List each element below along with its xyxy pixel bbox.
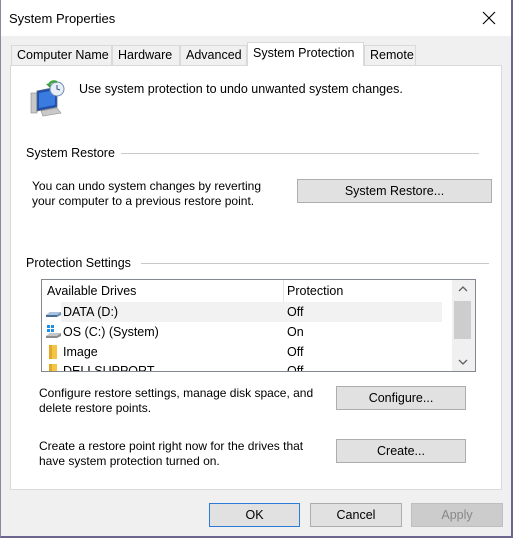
selection-highlight [61,302,442,322]
create-button[interactable]: Create... [336,439,466,463]
list-item[interactable]: DATA (D:) Off [42,302,442,322]
close-button[interactable] [477,6,501,30]
drive-name: DATA (D:) [63,305,119,319]
tab-hardware[interactable]: Hardware [112,45,180,66]
create-description-line1: Create a restore point right now for the… [39,439,304,453]
system-restore-description-line1: You can undo system changes by reverting [32,179,262,193]
drive-icon [45,304,62,320]
create-description: Create a restore point right now for the… [39,439,303,469]
list-item[interactable]: DELLSUPPORT Off [42,361,442,372]
protection-settings-group-label: Protection Settings [26,256,137,270]
column-header-protection[interactable]: Protection [287,284,343,298]
scroll-up-button[interactable] [452,280,475,298]
configure-description: Configure restore settings, manage disk … [39,386,313,416]
tab-system-protection[interactable]: System Protection [247,42,364,66]
system-restore-divider [121,153,479,154]
system-restore-description-line2: your computer to a previous restore poin… [32,194,255,208]
tab-advanced[interactable]: Advanced [180,45,247,66]
vertical-scrollbar[interactable] [452,280,475,371]
system-protection-icon [27,79,67,119]
chevron-up-icon [458,286,468,292]
title-bar: System Properties [1,0,511,36]
scroll-down-button[interactable] [452,353,475,371]
list-item[interactable]: OS (C:) (System) On [42,322,442,342]
drive-name: OS (C:) (System) [63,325,159,339]
drive-protection-status: Off [287,364,304,372]
column-separator[interactable] [283,280,284,302]
system-restore-group-label: System Restore [26,146,121,160]
drive-name: Image [63,345,98,359]
tab-panel: Use system protection to undo unwanted s… [10,65,502,490]
system-restore-description: You can undo system changes by reverting… [32,179,261,209]
apply-button[interactable]: Apply [411,503,503,527]
configure-description-line1: Configure restore settings, manage disk … [39,386,314,400]
drives-list[interactable]: Available Drives Protection DATA (D:) Of… [41,279,476,372]
drive-protection-status: Off [287,305,304,319]
create-description-line2: have system protection turned on. [39,454,220,468]
configure-description-line2: delete restore points. [39,401,152,415]
folder-icon [45,363,62,371]
intro-text: Use system protection to undo unwanted s… [79,82,403,96]
ok-button[interactable]: OK [209,503,300,527]
list-item[interactable]: Image Off [42,342,442,362]
system-restore-button[interactable]: System Restore... [297,179,492,203]
tab-remote[interactable]: Remote [364,45,416,66]
system-drive-icon [45,324,62,340]
drive-protection-status: Off [287,345,304,359]
system-properties-window: System Properties Computer Name Hardware… [0,0,513,538]
protection-settings-divider [141,263,489,264]
folder-icon [45,344,62,360]
cancel-button[interactable]: Cancel [310,503,402,527]
list-header: Available Drives Protection [42,280,442,302]
configure-button[interactable]: Configure... [336,386,466,410]
window-title: System Properties [9,11,116,26]
drive-name: DELLSUPPORT [63,364,155,372]
chevron-down-icon [458,359,468,365]
scroll-thumb[interactable] [454,301,471,339]
column-header-available-drives[interactable]: Available Drives [47,284,136,298]
tab-computer-name[interactable]: Computer Name [11,45,112,66]
drive-protection-status: On [287,325,304,339]
close-icon [482,11,496,25]
